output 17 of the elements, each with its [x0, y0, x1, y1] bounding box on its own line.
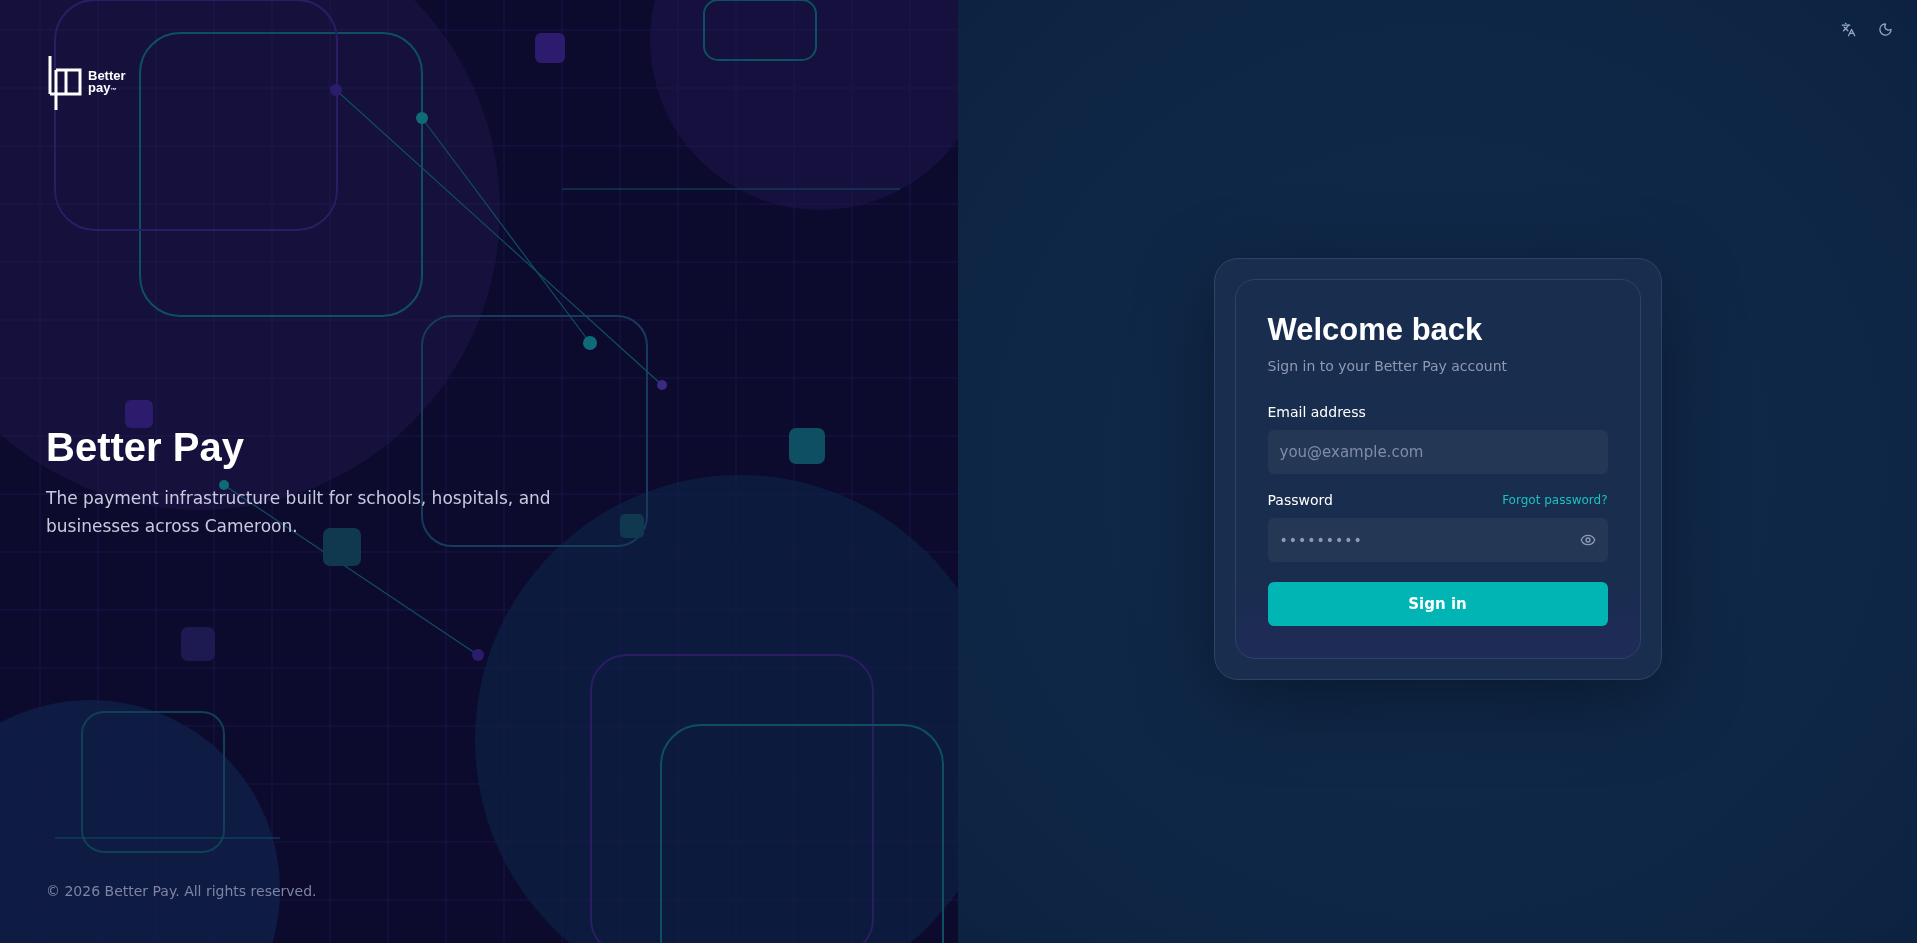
copyright-text: © 2026 Better Pay. All rights reserved. — [46, 883, 317, 899]
card-title: Welcome back — [1267, 311, 1483, 348]
logo-mark-icon — [46, 54, 84, 112]
email-input[interactable]: you@example.com — [1267, 429, 1608, 474]
moon-icon — [1878, 22, 1893, 37]
field-label: Password — [1267, 491, 1333, 508]
field-label: Email address — [1267, 403, 1366, 420]
translate-icon — [1841, 22, 1856, 37]
sign-in-button[interactable]: Sign in — [1267, 581, 1608, 626]
language-button[interactable] — [1839, 20, 1858, 39]
card-subtitle: Sign in to your Better Pay account — [1267, 357, 1508, 374]
brand-title: Better Pay — [46, 425, 244, 470]
password-input[interactable]: ••••••••• — [1267, 517, 1608, 562]
forgot-password-link[interactable]: Forgot password? — [1502, 492, 1608, 507]
theme-button[interactable] — [1876, 20, 1895, 39]
logo-wordmark: Better — [88, 70, 126, 82]
brand-tagline: The payment infrastructure built for schools, hospitals, and businesses across Cameroon. — [46, 487, 552, 538]
